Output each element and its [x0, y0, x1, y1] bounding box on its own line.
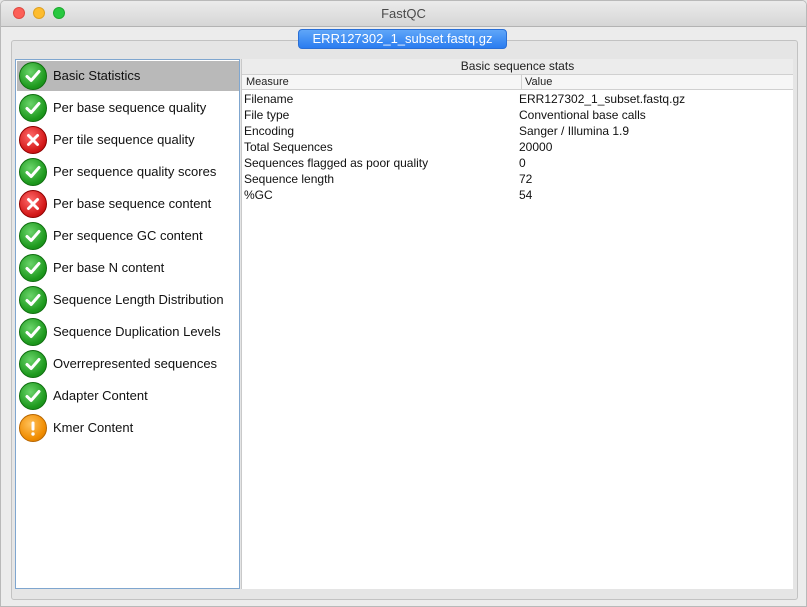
- cross-icon: [19, 126, 47, 154]
- sidebar-item-label: Sequence Duplication Levels: [53, 324, 221, 339]
- cell-measure: Encoding: [244, 124, 295, 138]
- table-row[interactable]: Sequences flagged as poor quality 0: [242, 155, 793, 171]
- module-list: Basic Statistics Per base sequence qualit…: [15, 59, 240, 589]
- sidebar-item-kmer-content[interactable]: Kmer Content: [17, 413, 239, 443]
- cell-measure: Sequences flagged as poor quality: [244, 156, 429, 170]
- title-bar: FastQC: [1, 1, 806, 27]
- sidebar-item-per-sequence-gc-content[interactable]: Per sequence GC content: [17, 221, 239, 251]
- sidebar-item-label: Per base sequence content: [53, 196, 212, 211]
- warning-icon: [19, 414, 47, 442]
- check-icon: [19, 222, 47, 250]
- check-icon: [19, 286, 47, 314]
- sidebar-item-per-base-sequence-quality[interactable]: Per base sequence quality: [17, 93, 239, 123]
- cell-value: 20000: [519, 140, 553, 154]
- table-header: Measure Value: [242, 74, 793, 90]
- cell-measure: Total Sequences: [244, 140, 333, 154]
- sidebar-item-label: Sequence Length Distribution: [53, 292, 224, 307]
- cell-value: ERR127302_1_subset.fastq.gz: [519, 92, 686, 106]
- sidebar-item-label: Per tile sequence quality: [53, 132, 195, 147]
- sidebar-item-label: Basic Statistics: [53, 68, 141, 83]
- table-row[interactable]: File type Conventional base calls: [242, 107, 793, 123]
- fastqc-window: FastQC ERR127302_1_subset.fastq.gz Basic…: [0, 0, 807, 607]
- check-icon: [19, 94, 47, 122]
- cross-icon: [19, 190, 47, 218]
- cell-value: Sanger / Illumina 1.9: [519, 124, 630, 138]
- cell-value: 54: [519, 188, 533, 202]
- sidebar-item-label: Per sequence GC content: [53, 228, 203, 243]
- sidebar-item-adapter-content[interactable]: Adapter Content: [17, 381, 239, 411]
- sidebar-item-label: Per base N content: [53, 260, 165, 275]
- sidebar-item-overrepresented-sequences[interactable]: Overrepresented sequences: [17, 349, 239, 379]
- check-icon: [19, 158, 47, 186]
- sidebar-item-per-sequence-quality-scores[interactable]: Per sequence quality scores: [17, 157, 239, 187]
- sidebar-item-label: Adapter Content: [53, 388, 148, 403]
- check-icon: [19, 350, 47, 378]
- cell-value: 72: [519, 172, 533, 186]
- sidebar-item-label: Overrepresented sequences: [53, 356, 218, 371]
- sidebar-item-label: Per base sequence quality: [53, 100, 207, 115]
- table-row[interactable]: Sequence length 72: [242, 171, 793, 187]
- window-title: FastQC: [381, 6, 426, 21]
- sidebar-item-label: Kmer Content: [53, 420, 134, 435]
- cell-value: 0: [519, 156, 526, 170]
- sidebar-item-basic-statistics[interactable]: Basic Statistics: [17, 61, 239, 91]
- column-header-value[interactable]: Value: [521, 75, 552, 89]
- stats-table-body: Filename ERR127302_1_subset.fastq.gz File …: [242, 91, 793, 203]
- sidebar-item-sequence-length-distribution[interactable]: Sequence Length Distribution: [17, 285, 239, 315]
- sidebar-item-label: Per sequence quality scores: [53, 164, 217, 179]
- cell-value: Conventional base calls: [519, 108, 646, 122]
- check-icon: [19, 62, 47, 90]
- cell-measure: File type: [244, 108, 290, 122]
- cell-measure: Sequence length: [244, 172, 335, 186]
- tab-file[interactable]: ERR127302_1_subset.fastq.gz: [298, 29, 507, 49]
- check-icon: [19, 382, 47, 410]
- table-row[interactable]: Total Sequences 20000: [242, 139, 793, 155]
- check-icon: [19, 318, 47, 346]
- table-row[interactable]: Encoding Sanger / Illumina 1.9: [242, 123, 793, 139]
- check-icon: [19, 254, 47, 282]
- sidebar-item-per-tile-sequence-quality[interactable]: Per tile sequence quality: [17, 125, 239, 155]
- cell-measure: Filename: [244, 92, 294, 106]
- column-header-measure[interactable]: Measure: [246, 76, 289, 88]
- sidebar-item-per-base-n-content[interactable]: Per base N content: [17, 253, 239, 283]
- table-row[interactable]: %GC 54: [242, 187, 793, 203]
- sidebar-item-sequence-duplication-levels[interactable]: Sequence Duplication Levels: [17, 317, 239, 347]
- report-panel: Basic sequence stats Measure Value Filen…: [241, 59, 793, 589]
- panel-title: Basic sequence stats: [242, 59, 793, 74]
- table-row[interactable]: Filename ERR127302_1_subset.fastq.gz: [242, 91, 793, 107]
- sidebar-item-per-base-sequence-content[interactable]: Per base sequence content: [17, 189, 239, 219]
- cell-measure: %GC: [244, 188, 273, 202]
